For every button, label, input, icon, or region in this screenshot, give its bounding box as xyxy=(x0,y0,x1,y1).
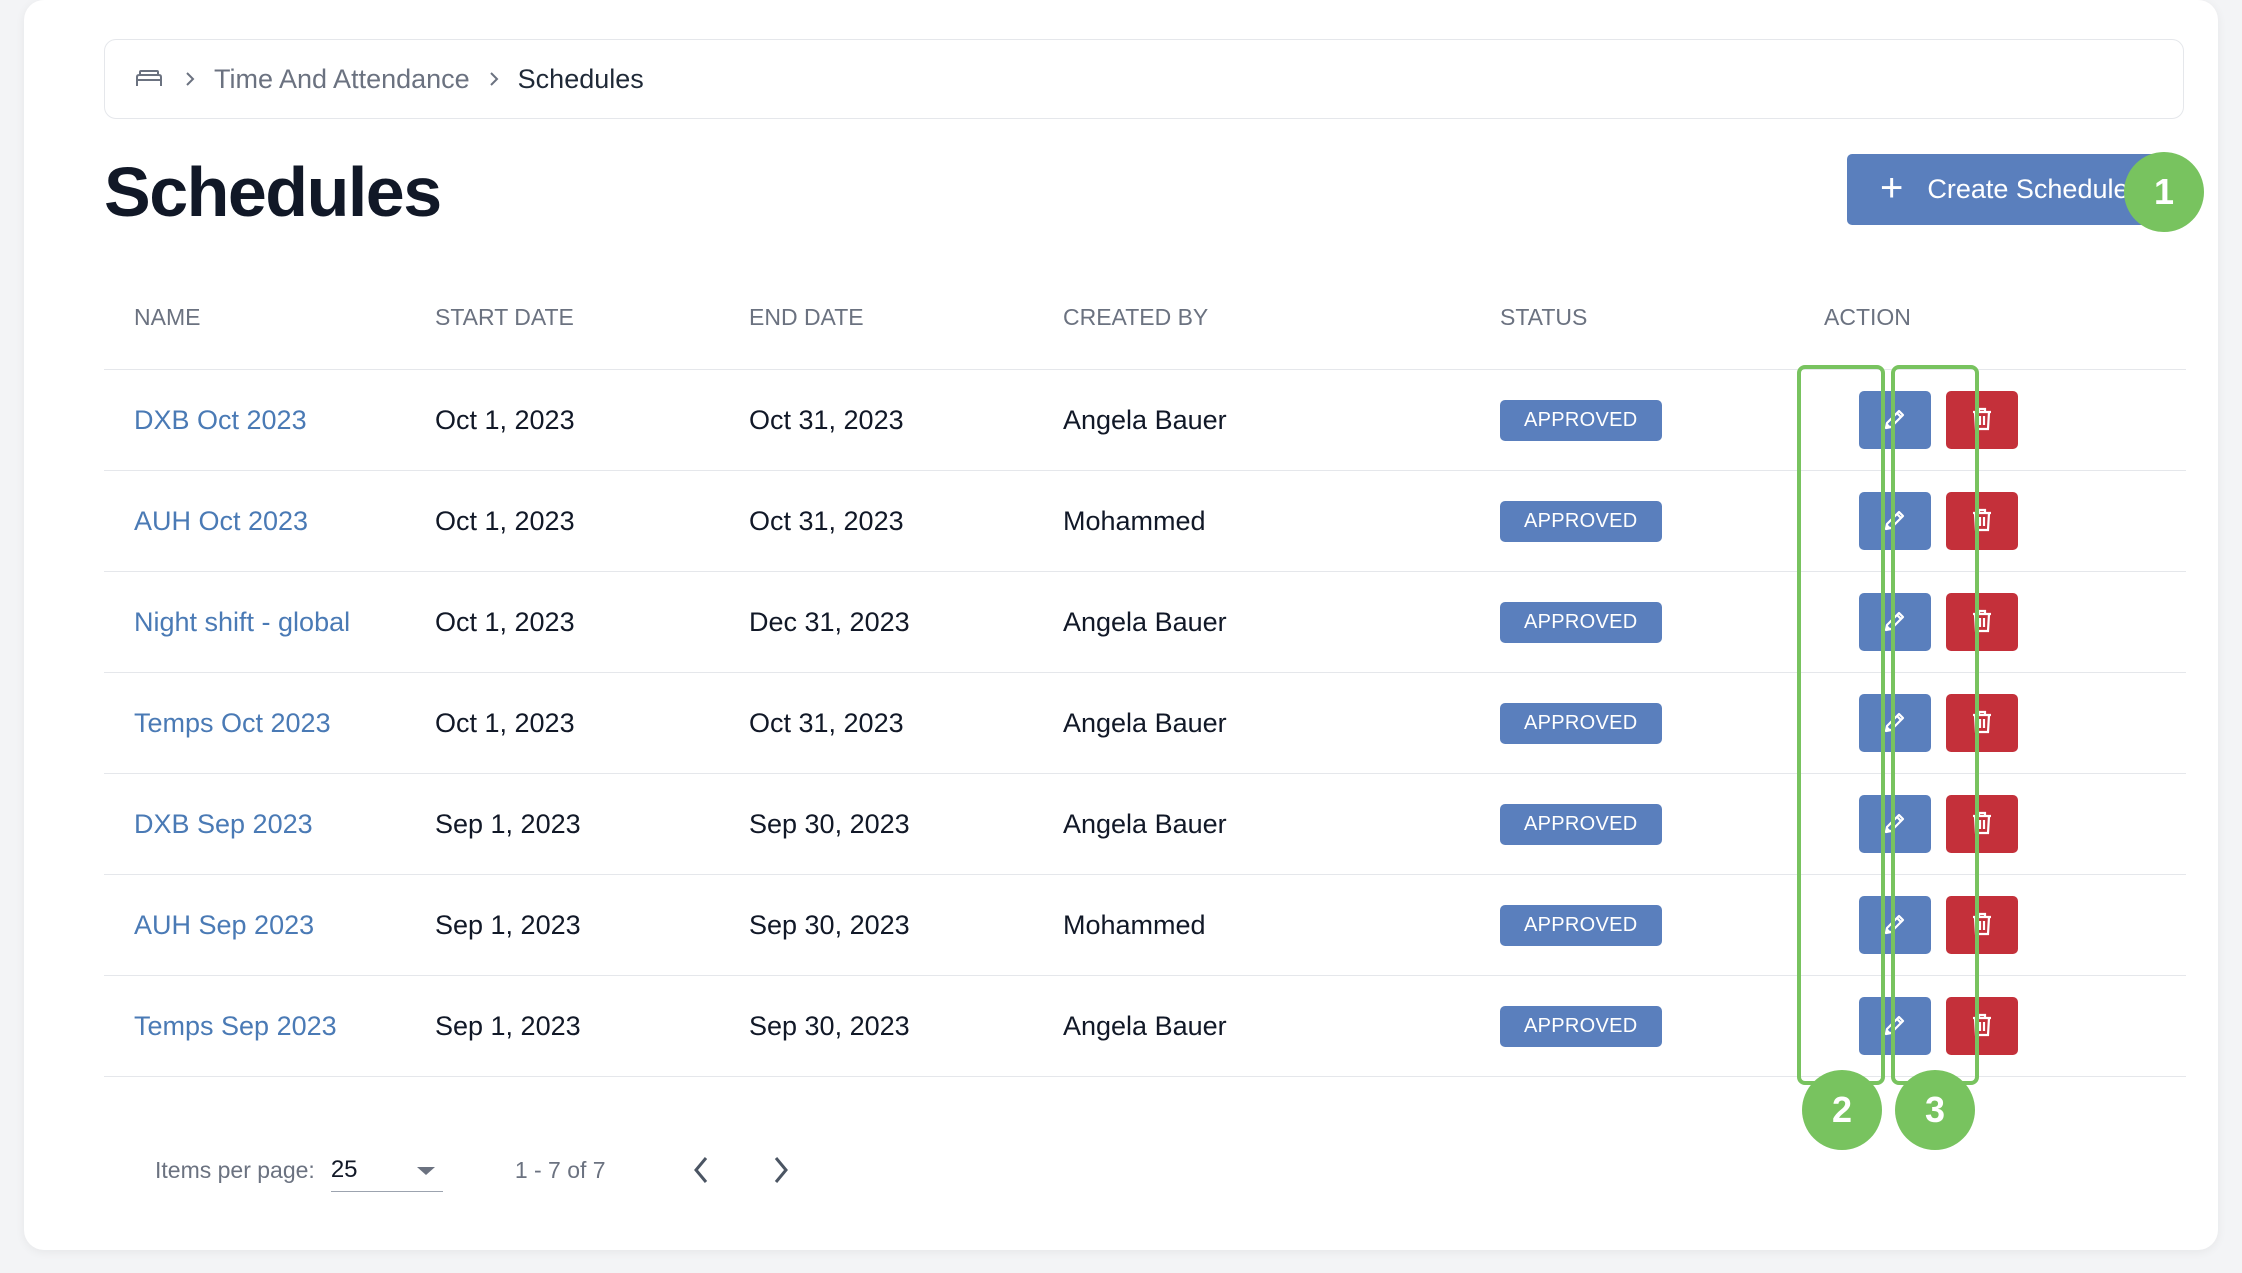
schedule-name-link[interactable]: DXB Sep 2023 xyxy=(134,809,313,839)
annotation-badge-1: 1 xyxy=(2124,152,2204,232)
end-date-cell: Oct 31, 2023 xyxy=(749,404,904,435)
created-by-cell: Angela Bauer xyxy=(1063,404,1227,435)
start-date-cell: Oct 1, 2023 xyxy=(435,404,575,435)
end-date-cell: Dec 31, 2023 xyxy=(749,606,910,637)
status-badge: APPROVED xyxy=(1500,1005,1662,1047)
end-date-cell: Sep 30, 2023 xyxy=(749,909,910,940)
pagination: Items per page: 25 1 - 7 of 7 xyxy=(155,1140,796,1200)
status-badge: APPROVED xyxy=(1500,702,1662,744)
schedule-name-link[interactable]: DXB Oct 2023 xyxy=(134,405,307,435)
breadcrumb-schedules: Schedules xyxy=(517,63,644,94)
status-badge: APPROVED xyxy=(1500,601,1662,643)
start-date-cell: Sep 1, 2023 xyxy=(435,808,581,839)
header-end-date[interactable]: END DATE xyxy=(719,304,1033,331)
created-by-cell: Angela Bauer xyxy=(1063,606,1227,637)
schedule-name-link[interactable]: AUH Sep 2023 xyxy=(134,910,314,940)
chevron-right-icon xyxy=(774,1157,788,1183)
start-date-cell: Oct 1, 2023 xyxy=(435,606,575,637)
table-header: NAME START DATE END DATE CREATED BY STAT… xyxy=(104,265,2186,370)
schedules-card: Time And Attendance Schedules Schedules … xyxy=(24,0,2218,1250)
create-schedule-button[interactable]: + Create Schedule xyxy=(1847,154,2159,225)
pagination-range: 1 - 7 of 7 xyxy=(514,1156,606,1183)
start-date-cell: Oct 1, 2023 xyxy=(435,707,575,738)
annotation-badge-3: 3 xyxy=(1895,1070,1975,1150)
annotation-badge-2: 2 xyxy=(1802,1070,1882,1150)
home-icon[interactable] xyxy=(134,68,166,90)
start-date-cell: Oct 1, 2023 xyxy=(435,505,575,536)
create-schedule-label: Create Schedule xyxy=(1927,174,2129,204)
header-start-date[interactable]: START DATE xyxy=(405,304,719,331)
page-title: Schedules xyxy=(104,153,442,231)
created-by-cell: Angela Bauer xyxy=(1063,1010,1227,1041)
chevron-right-icon xyxy=(488,70,500,88)
status-badge: APPROVED xyxy=(1500,500,1662,542)
schedule-name-link[interactable]: Night shift - global xyxy=(134,607,350,637)
header-created-by[interactable]: CREATED BY xyxy=(1033,304,1470,331)
header-name[interactable]: NAME xyxy=(104,304,405,331)
created-by-cell: Angela Bauer xyxy=(1063,808,1227,839)
breadcrumb: Time And Attendance Schedules xyxy=(104,39,2184,119)
annotation-highlight-delete-column xyxy=(1891,365,1979,1085)
items-per-page-label: Items per page: xyxy=(155,1156,315,1183)
breadcrumb-time-and-attendance[interactable]: Time And Attendance xyxy=(214,64,470,95)
next-page-button[interactable] xyxy=(766,1150,796,1190)
schedule-name-link[interactable]: Temps Sep 2023 xyxy=(134,1011,337,1041)
dropdown-arrow-icon xyxy=(415,1156,437,1184)
chevron-right-icon xyxy=(184,70,196,88)
status-badge: APPROVED xyxy=(1500,904,1662,946)
created-by-cell: Mohammed xyxy=(1063,505,1206,536)
schedule-name-link[interactable]: Temps Oct 2023 xyxy=(134,708,331,738)
start-date-cell: Sep 1, 2023 xyxy=(435,1010,581,1041)
status-badge: APPROVED xyxy=(1500,803,1662,845)
chevron-left-icon xyxy=(693,1157,707,1183)
end-date-cell: Sep 30, 2023 xyxy=(749,1010,910,1041)
header-status[interactable]: STATUS xyxy=(1470,304,1794,331)
items-per-page-select[interactable]: 25 xyxy=(330,1148,443,1192)
items-per-page-value: 25 xyxy=(330,1155,358,1183)
header-action: ACTION xyxy=(1824,303,1911,330)
end-date-cell: Oct 31, 2023 xyxy=(749,707,904,738)
schedule-name-link[interactable]: AUH Oct 2023 xyxy=(134,506,308,536)
end-date-cell: Oct 31, 2023 xyxy=(749,505,904,536)
plus-icon: + xyxy=(1880,165,1904,210)
annotation-highlight-edit-column xyxy=(1797,365,1885,1085)
created-by-cell: Angela Bauer xyxy=(1063,707,1227,738)
end-date-cell: Sep 30, 2023 xyxy=(749,808,910,839)
previous-page-button[interactable] xyxy=(686,1150,716,1190)
start-date-cell: Sep 1, 2023 xyxy=(435,909,581,940)
created-by-cell: Mohammed xyxy=(1063,909,1206,940)
status-badge: APPROVED xyxy=(1500,399,1662,441)
